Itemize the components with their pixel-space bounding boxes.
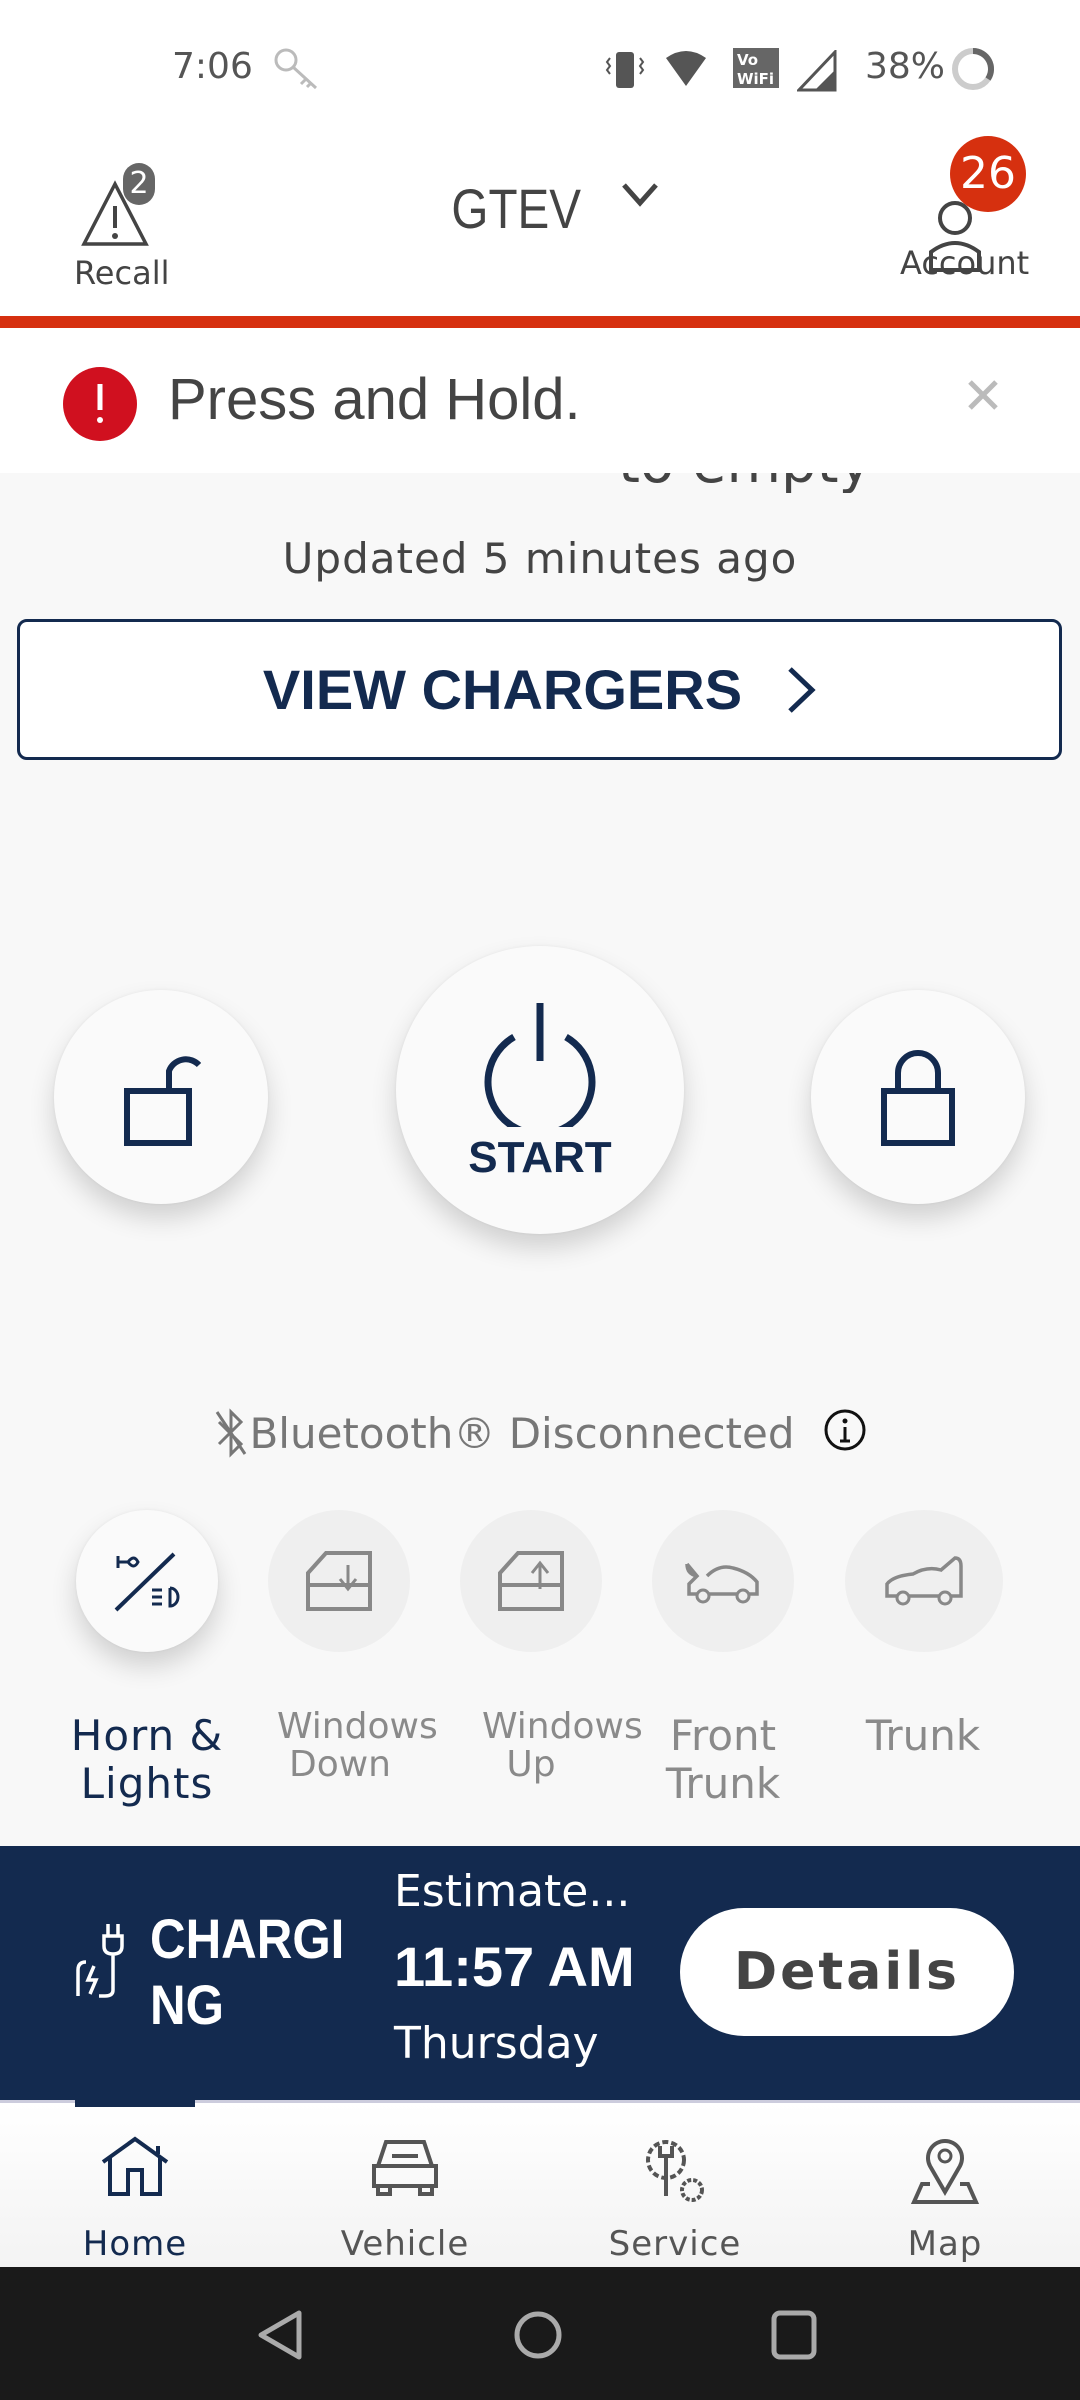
front-trunk-icon (685, 1562, 759, 1604)
recall-button[interactable]: 2 Recall (50, 150, 180, 300)
power-icon (484, 1003, 596, 1127)
vibrate-icon (605, 52, 645, 88)
window-up-icon (498, 1551, 564, 1611)
trunk-label: Trunk (865, 1711, 981, 1760)
battery-icon (952, 47, 995, 90)
nav-vehicle[interactable]: Vehicle (270, 2100, 540, 2267)
windows-up-label: Windows Up (482, 1706, 643, 1785)
alert-icon (63, 367, 137, 441)
app-header: 2 Recall GTEV 26 Account (0, 130, 1080, 318)
wifi-icon (666, 51, 706, 86)
nav-service[interactable]: Service (540, 2100, 810, 2267)
signal-icon (797, 50, 837, 92)
estimate-time: 11:57 AM (394, 1935, 635, 1998)
nav-home[interactable]: Home (0, 2100, 270, 2267)
start-button[interactable]: START (396, 946, 684, 1234)
bluetooth-status: Bluetooth® Disconnected (0, 1408, 1080, 1458)
close-icon[interactable] (966, 378, 1000, 412)
estimate-day: Thursday (394, 2018, 599, 2069)
service-icon (646, 2140, 704, 2202)
unlock-button[interactable] (54, 990, 268, 1204)
estimate-label: Estimate... (394, 1866, 631, 1917)
trunk-button[interactable] (845, 1510, 1003, 1652)
horn-lights-label: Horn & Lights (70, 1711, 224, 1808)
clipped-range-text: to empty (0, 473, 1080, 493)
header-divider (0, 316, 1080, 328)
lock-button[interactable] (811, 990, 1025, 1204)
windows-down-label: Windows Down (277, 1706, 438, 1785)
unlock-icon (124, 1056, 201, 1146)
charging-status: CHARGING (150, 1907, 345, 2036)
view-chargers-button[interactable]: VIEW CHARGERS (17, 619, 1062, 760)
back-icon[interactable] (255, 2309, 305, 2361)
home-icon (101, 2136, 169, 2196)
chevron-right-icon (788, 666, 816, 713)
battery-percent: 38% (865, 46, 946, 87)
bluetooth-off-icon (216, 1408, 247, 1458)
status-time: 7:06 (172, 46, 253, 87)
info-icon[interactable] (823, 1408, 867, 1452)
recall-badge: 2 (123, 163, 155, 205)
map-pin-icon (910, 2139, 980, 2204)
lock-icon (881, 1050, 955, 1146)
recents-icon[interactable] (770, 2309, 820, 2361)
status-bar: 7:06 Vo WiFi 38% (0, 0, 1080, 130)
home-nav-icon[interactable] (512, 2309, 564, 2361)
windows-up-button[interactable] (460, 1510, 602, 1652)
charging-plug-icon (76, 1924, 124, 1998)
vehicle-selector[interactable]: GTEV (440, 158, 660, 258)
window-down-icon (306, 1551, 372, 1611)
recall-label: Recall (74, 254, 170, 292)
system-nav-bar (0, 2267, 1080, 2400)
trunk-icon (885, 1556, 963, 1606)
key-icon (274, 48, 318, 90)
svg-text:WiFi: WiFi (737, 70, 774, 88)
vehicle-icon (372, 2140, 438, 2196)
banner-message: Press and Hold. (168, 367, 581, 432)
windows-down-button[interactable] (268, 1510, 410, 1652)
horn-lights-button[interactable] (76, 1510, 218, 1652)
vowifi-icon: VoWiFi (733, 48, 779, 88)
front-trunk-label: Front Trunk (665, 1711, 781, 1808)
horn-lights-icon (114, 1552, 180, 1612)
svg-text:Vo: Vo (737, 51, 758, 69)
alert-banner: Press and Hold. (0, 328, 1080, 473)
nav-map[interactable]: Map (810, 2100, 1080, 2267)
account-label: Account (900, 244, 1030, 282)
account-badge: 26 (950, 136, 1026, 212)
details-button[interactable]: Details (680, 1908, 1014, 2036)
updated-text: Updated 5 minutes ago (282, 534, 798, 583)
account-button[interactable]: 26 Account (890, 130, 1040, 310)
charging-bar: CHARGING Estimate... 11:57 AM Thursday D… (0, 1846, 1080, 2100)
front-trunk-button[interactable] (652, 1510, 794, 1652)
chevron-down-icon (622, 183, 659, 207)
vehicle-name: GTEV (451, 176, 582, 240)
